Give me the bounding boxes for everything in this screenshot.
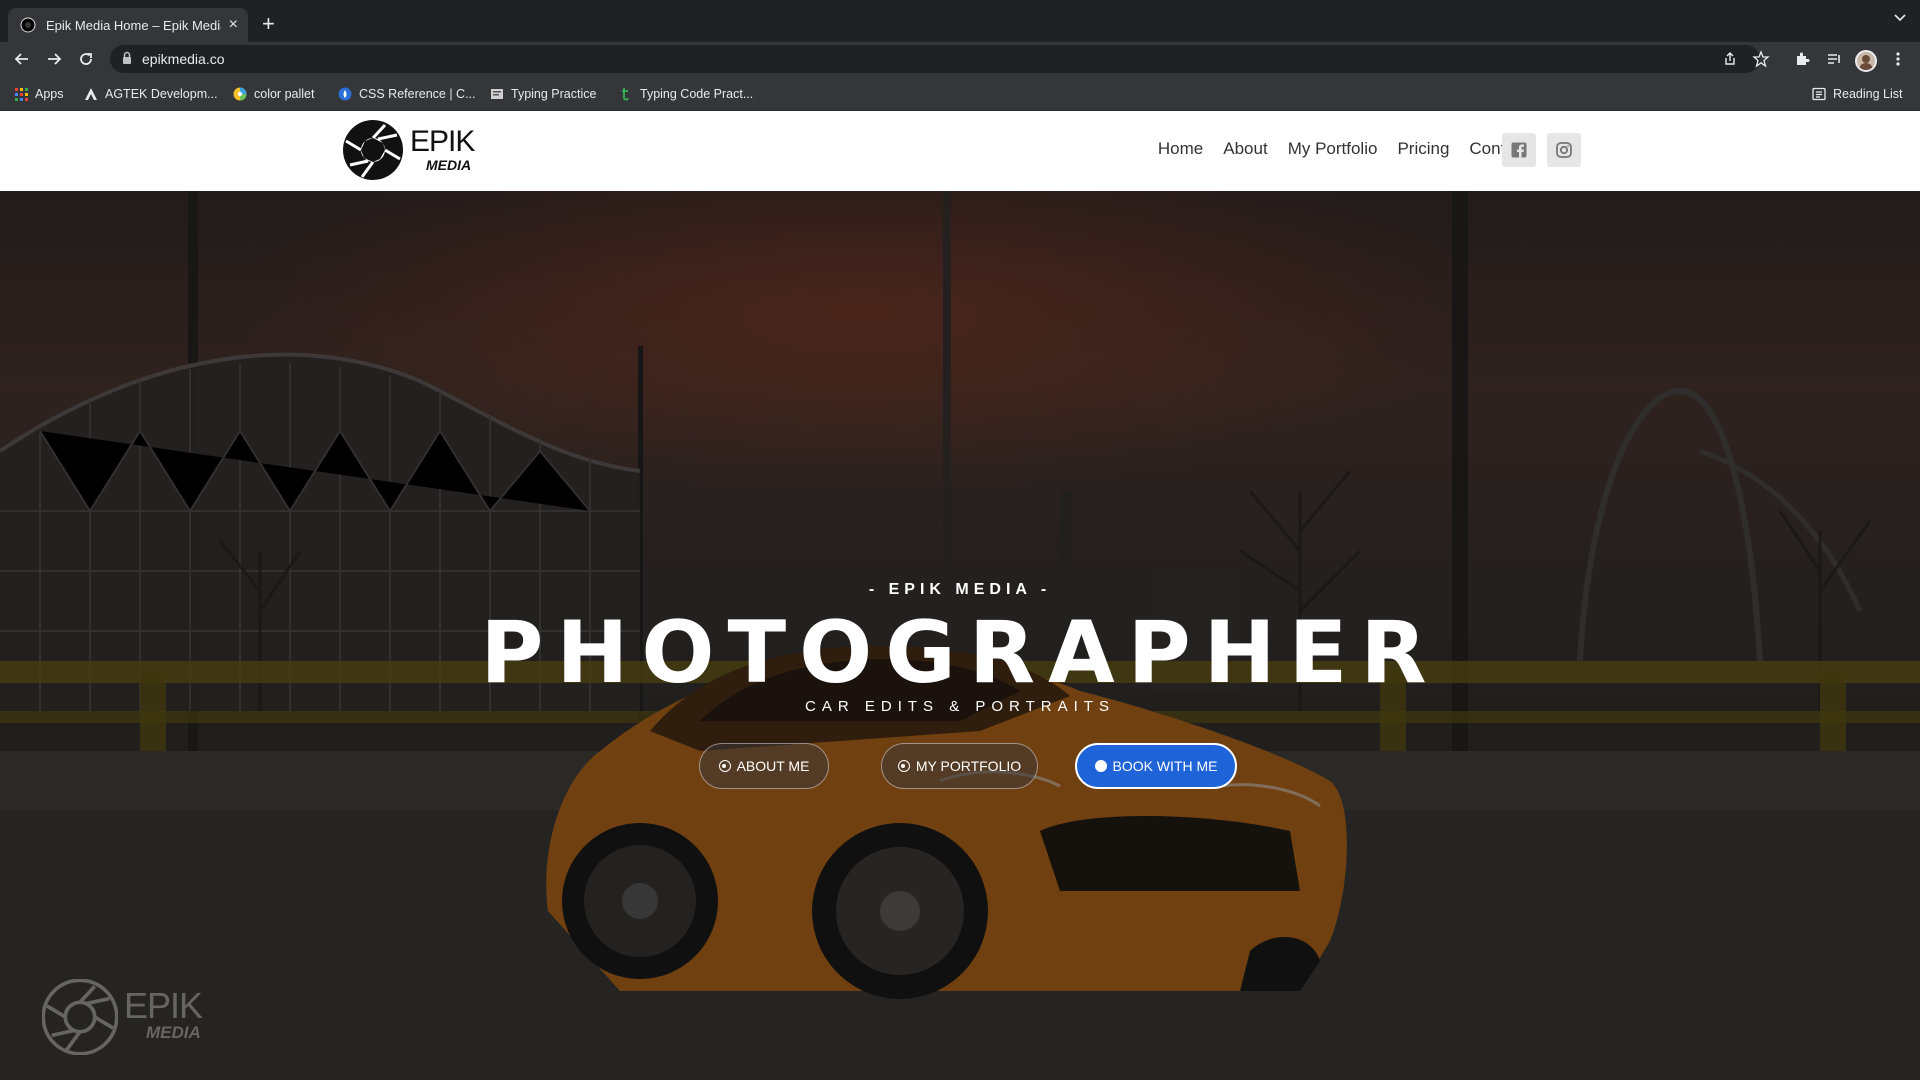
instagram-icon [1556,142,1572,158]
bookmark-label: Apps [35,87,64,101]
typing-icon [490,87,504,101]
circle-dot-icon [897,760,910,772]
bookmark-apps[interactable]: Apps [14,85,64,103]
about-me-label: ABOUT ME [736,758,810,774]
bookmark-color-pallet[interactable]: color pallet [233,85,314,103]
about-me-button[interactable]: ABOUT ME [699,743,829,789]
share-icon[interactable] [1721,50,1739,68]
bookmark-css-reference[interactable]: CSS Reference | C... [338,85,476,103]
media-queue-icon[interactable] [1822,47,1846,71]
site-header: EPIK MEDIA Home About My Portfolio Prici… [0,111,1920,191]
browser-toolbar: epikmedia.co [0,42,1920,76]
hero-subline: CAR EDITS & PORTRAITS [805,698,1115,715]
nav-pricing[interactable]: Pricing [1397,139,1449,159]
facebook-icon [1511,142,1527,158]
bookmark-star-icon[interactable] [1752,50,1770,68]
my-portfolio-label: MY PORTFOLIO [915,758,1022,774]
nav-my-portfolio[interactable]: My Portfolio [1288,139,1378,159]
aperture-logo-icon [343,120,403,180]
instagram-button[interactable] [1547,133,1581,167]
extensions-puzzle-icon[interactable] [1790,47,1814,71]
epik-favicon-icon [20,17,36,33]
lock-icon[interactable] [122,51,132,65]
tab-title: Epik Media Home – Epik Media [46,17,221,33]
bookmark-label: AGTEK Developm... [105,87,218,101]
book-with-me-label: BOOK WITH ME [1112,758,1218,774]
bookmark-label: Typing Code Pract... [640,87,754,101]
css-reference-icon [338,87,352,101]
typing-code-icon [619,87,633,101]
reading-list-button[interactable]: Reading List [1812,85,1903,103]
facebook-button[interactable] [1502,133,1536,167]
logo-wordmark: EPIK [410,125,475,158]
bookmark-label: CSS Reference | C... [359,87,476,101]
circle-dot-icon [718,760,731,772]
reload-icon[interactable] [73,46,99,72]
back-arrow-icon[interactable] [9,46,35,72]
new-tab-button[interactable]: + [262,12,275,36]
bookmark-agtek[interactable]: AGTEK Developm... [84,85,218,103]
tab-close-icon[interactable]: × [229,17,238,33]
bookmark-typing-practice[interactable]: Typing Practice [490,85,596,103]
apps-grid-icon [14,87,28,101]
bookmark-label: color pallet [254,87,315,101]
logo-subtitle: MEDIA [426,157,472,173]
hero-headline: PHOTOGRAPHER [480,603,1440,703]
bookmarks-bar: Apps AGTEK Developm... color pallet CSS … [0,76,1920,111]
site-logo[interactable]: EPIK MEDIA [342,119,477,183]
color-wheel-icon [233,87,247,101]
forward-arrow-icon[interactable] [41,46,67,72]
agtek-icon [84,87,98,101]
main-nav: Home About My Portfolio Pricing Contact [1158,139,1528,159]
watermark-wordmark: EPIK [124,985,203,1026]
browser-tab[interactable]: Epik Media Home – Epik Media × [8,8,248,42]
bookmark-label: Typing Practice [511,87,597,101]
tab-strip: Epik Media Home – Epik Media × + [0,0,1920,42]
hero-section: - EPIK MEDIA - PHOTOGRAPHER CAR EDITS & … [0,191,1920,1080]
book-with-me-button[interactable]: BOOK WITH ME [1075,743,1237,789]
aperture-watermark-icon [42,979,118,1055]
filled-circle-icon [1094,760,1107,772]
bookmark-typing-code-practice[interactable]: Typing Code Pract... [619,85,753,103]
nav-home[interactable]: Home [1158,139,1203,159]
epik-watermark-logo: EPIK MEDIA [42,979,212,1059]
address-bar[interactable]: epikmedia.co [110,45,1770,73]
my-portfolio-button[interactable]: MY PORTFOLIO [881,743,1038,789]
reading-list-icon [1812,87,1826,101]
url-text[interactable]: epikmedia.co [142,51,225,67]
watermark-subtitle: MEDIA [146,1023,201,1042]
hero-kicker: - EPIK MEDIA - [868,581,1052,598]
nav-about[interactable]: About [1223,139,1267,159]
tab-search-chevron-icon[interactable] [1894,14,1906,22]
profile-avatar[interactable] [1855,50,1877,72]
reading-list-label: Reading List [1833,87,1903,101]
browser-menu-icon[interactable] [1886,47,1910,71]
